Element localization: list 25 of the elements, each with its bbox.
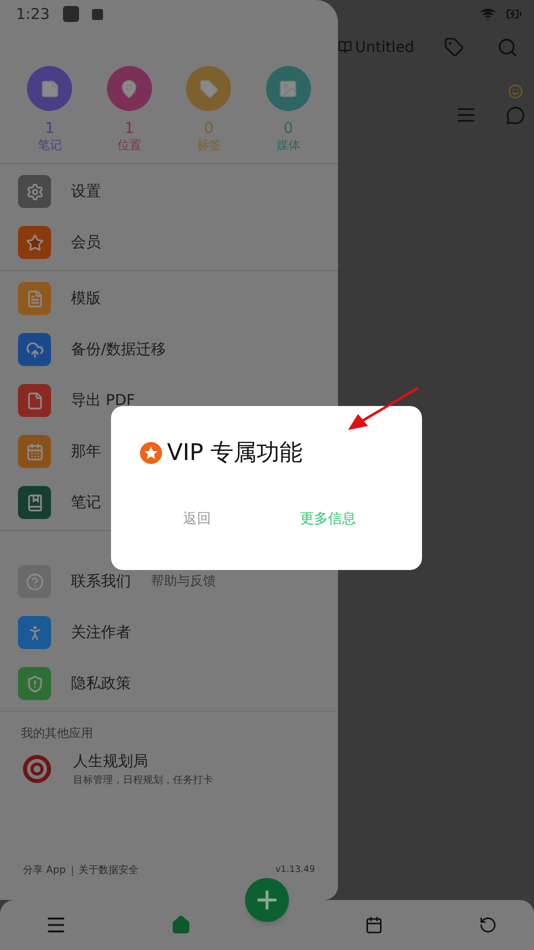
stat-count: 0 [204,119,214,137]
menu-label: 设置 [71,181,101,202]
menu-hint: 帮助与反馈 [151,572,216,591]
stat-count: 0 [283,119,294,137]
dialog-title: VIP 专属功能 [167,439,303,468]
menu-label: 隐私政策 [71,673,131,694]
section-heading: 我的其他应用 [21,725,94,742]
stat-label: 笔记 [38,137,62,153]
stat-label: 标签 [196,137,221,153]
stat-count: 1 [44,119,55,137]
app-name: 人生规划局 [73,751,149,772]
menu-label: 笔记 [71,492,101,514]
menu-label: 模版 [71,288,101,310]
menu-label: 备份/数据迁移 [71,339,166,360]
stat-label: 位置 [117,137,142,153]
stat-label: 媒体 [276,137,300,153]
menu-label: 导出 PDF [71,390,135,412]
menu-label: 联系我们 [71,571,131,592]
version-label: v1.13.49 [275,864,315,877]
menu-label: 会员 [71,232,101,254]
app-subtitle: 目标管理，日程规划，任务打卡 [73,774,213,788]
menu-label: 那年 [71,441,101,462]
status-time: 1:23 [16,4,50,25]
stat-count: 1 [124,119,134,137]
menu-label: 关注作者 [71,622,131,644]
